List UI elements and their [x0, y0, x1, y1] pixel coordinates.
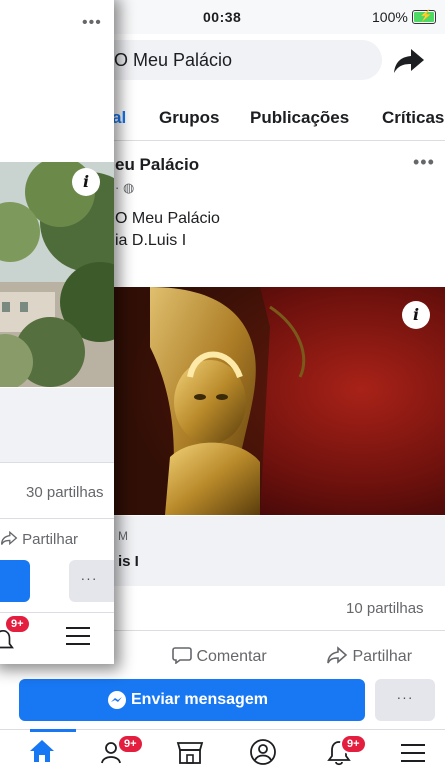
bottom-nav: 9+ 9+ — [0, 729, 445, 774]
link-preview[interactable] — [110, 516, 445, 586]
share-icon[interactable] — [392, 46, 426, 76]
overlay-share-label: Partilhar — [22, 531, 79, 548]
comment-label: Comentar — [196, 648, 267, 665]
overlay-more-icon: ··· — [80, 570, 98, 586]
more-options-button[interactable]: ··· — [375, 679, 435, 721]
share-button[interactable]: Partilhar — [326, 646, 412, 666]
link-preview-title: is I — [118, 553, 139, 570]
tab-grupos[interactable]: Grupos — [159, 108, 219, 128]
nav-menu-icon[interactable] — [399, 742, 427, 769]
overlay-more-button[interactable]: ··· — [69, 560, 114, 602]
share-outline-icon — [326, 646, 352, 665]
search-bar[interactable]: O Meu Palácio — [90, 40, 382, 80]
friends-badge: 9+ — [117, 734, 144, 754]
info-icon[interactable]: i — [402, 301, 430, 329]
overlay-divider-2 — [0, 518, 114, 519]
overlay-menu-icon[interactable] — [64, 625, 92, 652]
nav-marketplace-icon[interactable] — [175, 739, 205, 770]
nav-home-icon[interactable] — [28, 738, 56, 769]
tab-criticas[interactable]: Críticas — [382, 108, 444, 128]
battery-icon: ⚡ — [412, 10, 436, 24]
overlay-link-preview[interactable] — [0, 388, 114, 462]
post-meta: · ◍ — [115, 180, 134, 196]
overlay-message-button[interactable] — [0, 560, 30, 602]
nav-profile-icon[interactable] — [248, 738, 278, 773]
status-time: 00:38 — [203, 9, 242, 25]
page-tabs: al Grupos Publicações Críticas — [90, 92, 445, 141]
overlay-info-icon[interactable]: i — [72, 168, 100, 196]
overlay-share-button[interactable]: Partilhar — [0, 530, 78, 548]
tab-principal[interactable]: al — [112, 108, 126, 128]
overlay-nav-divider — [0, 612, 114, 613]
divider — [110, 630, 445, 631]
overlay-screenshot-card: ••• i 30 partilhas Partilhar ··· 9+ — [0, 0, 114, 664]
post-options-icon[interactable]: ••• — [413, 152, 435, 173]
send-message-button[interactable]: Enviar mensagem — [19, 679, 365, 721]
post-text-line-2: ia D.Luis I — [115, 232, 187, 249]
search-query: O Meu Palácio — [114, 50, 233, 70]
overlay-share-icon — [0, 530, 22, 548]
globe-icon: ◍ — [122, 180, 135, 195]
send-message-label: Enviar mensagem — [131, 691, 268, 708]
nav-active-indicator — [30, 729, 76, 732]
post-page-name[interactable]: eu Palácio — [115, 155, 199, 175]
post-meta-text: · — [115, 180, 123, 195]
post-text-line-1: O Meu Palácio — [115, 210, 220, 227]
tab-publicacoes[interactable]: Publicações — [250, 108, 349, 128]
overlay-shares-count[interactable]: 30 partilhas — [26, 484, 104, 501]
overlay-photo[interactable]: i — [0, 162, 114, 387]
shares-count[interactable]: 10 partilhas — [346, 600, 424, 617]
overlay-badge: 9+ — [4, 614, 31, 634]
comment-icon — [172, 647, 196, 665]
comment-button[interactable]: Comentar — [172, 646, 267, 666]
notifications-badge: 9+ — [340, 734, 367, 754]
overlay-options-icon[interactable]: ••• — [82, 14, 102, 32]
more-options-icon: ··· — [396, 689, 414, 705]
post-photo[interactable]: i — [110, 287, 445, 515]
share-label: Partilhar — [352, 648, 413, 665]
overlay-divider — [0, 462, 114, 463]
link-preview-meta: M — [118, 529, 128, 543]
messenger-icon — [107, 690, 127, 715]
battery-percent: 100% — [372, 9, 408, 25]
